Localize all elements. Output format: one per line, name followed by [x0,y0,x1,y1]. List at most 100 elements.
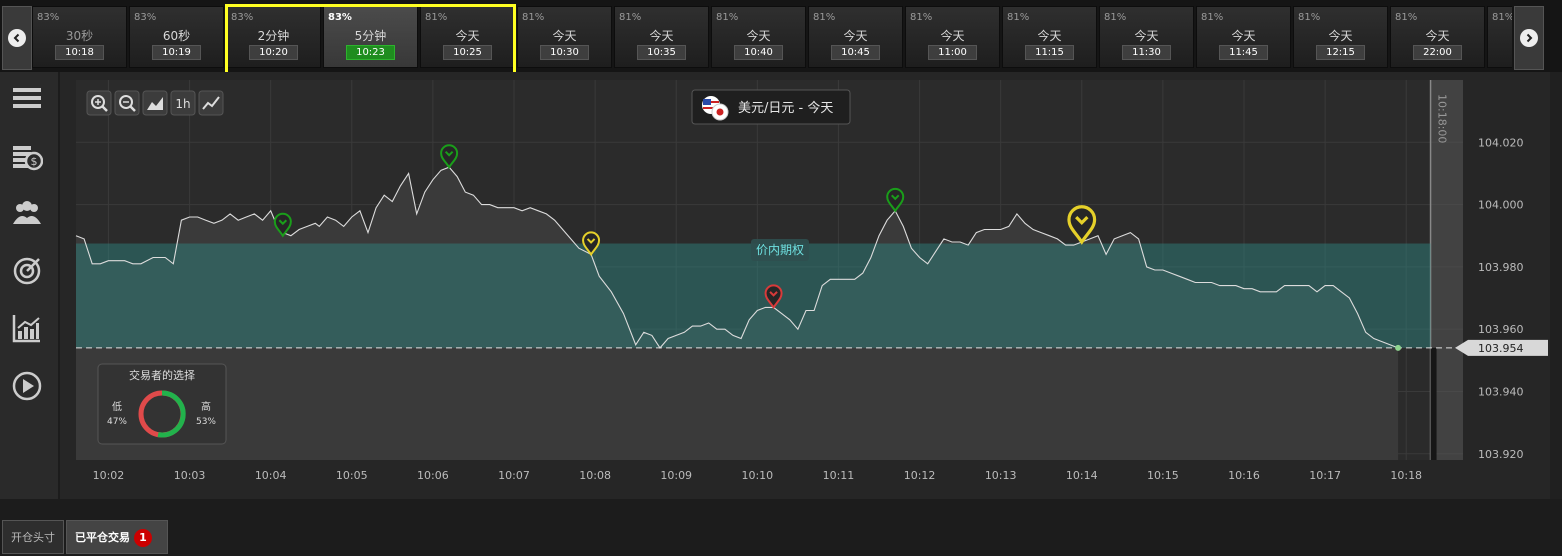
sentiment-low-pct: 47% [107,417,127,427]
svg-text:$: $ [31,155,38,168]
x-tick-label: 10:06 [417,469,449,482]
asset-selector[interactable]: 美元/日元 - 今天 [691,89,851,125]
x-tick-label: 10:02 [93,469,125,482]
x-tick-label: 10:05 [336,469,368,482]
trader-sentiment: 交易者的选择低 47% 高 53% [97,363,227,445]
expiry-option[interactable]: 81% 今天 11:00 [905,6,1000,68]
expiry-label: 2分钟 [257,29,290,43]
expiry-label: 今天 [1037,29,1062,43]
price-chart[interactable]: 10:18:00 价内期权 104.020 104.000 103.980 103.960… [60,72,1550,499]
expiry-option[interactable]: 81% 今天 10:45 [808,6,903,68]
expiry-time-label: 10:18:00 [1436,94,1449,143]
x-tick-label: 10:15 [1147,469,1179,482]
expiry-option[interactable]: 81% 今天 11:15 [1002,6,1097,68]
expiry-time: 11:00 [928,45,977,60]
zoom-out-button[interactable] [114,90,140,116]
expiry-option[interactable]: 81% 今天 11:45 [1196,6,1291,68]
x-tick-label: 10:08 [579,469,611,482]
interval-button[interactable]: 1h [170,90,196,116]
toolbar-button-bg [86,90,112,116]
expiry-payout: 83% [328,12,352,23]
line-chart-button[interactable] [198,90,224,116]
x-tick-label: 10:09 [660,469,692,482]
expiry-payout: 81% [910,12,933,23]
expiry-option[interactable]: 81% 今天 12:15 [1293,6,1388,68]
expiry-time: 10:30 [540,45,589,60]
tab-open-positions[interactable]: 开仓头寸 [2,520,64,554]
area-chart-button[interactable] [142,90,168,116]
x-tick-label: 10:13 [985,469,1017,482]
zoom-in-button[interactable] [86,90,112,116]
expiry-label: 今天 [746,29,771,43]
x-tick-label: 10:07 [498,469,530,482]
arrow-right-icon [1520,29,1538,47]
play-icon[interactable] [11,370,43,402]
expiry-bar: 83% 30秒 10:18 83% 60秒 10:19 83% 2分钟 10:20 83% 5分钟 1… [0,0,1562,79]
expiry-payout: 81% [813,12,836,23]
expiry-option[interactable]: 81% 今天 10:35 [614,6,709,68]
x-tick-label: 10:12 [904,469,936,482]
expiry-time: 11:30 [1122,45,1171,60]
interval-label: 1h [175,97,190,111]
x-tick-label: 10:11 [823,469,855,482]
sentiment-title: 交易者的选择 [129,368,195,382]
expiry-option[interactable]: 81% 今天 10:25 [420,6,515,68]
analytics-icon[interactable] [11,312,43,344]
expiry-option[interactable]: 81% [1487,6,1512,68]
expiry-option[interactable]: 81% 今天 22:00 [1390,6,1485,68]
expiry-label: 今天 [843,29,868,43]
expiry-label: 今天 [1231,29,1256,43]
expiry-payout: 83% [231,12,254,23]
expiry-payout: 83% [37,12,60,23]
coins-icon[interactable]: $ [11,140,44,172]
expiry-option[interactable]: 83% 2分钟 10:20 [226,6,321,68]
expiry-time: 11:45 [1219,45,1268,60]
tab-closed-label: 已平仓交易 [75,531,130,544]
expiry-time: 12:15 [1316,45,1365,60]
expiry-option[interactable]: 83% 30秒 10:18 [32,6,127,68]
menu-icon[interactable] [11,82,43,114]
expiry-payout: 83% [134,12,157,23]
expiry-time: 10:40 [734,45,783,60]
expiry-label: 今天 [649,29,674,43]
expiry-payout: 81% [619,12,642,23]
expiry-time: 10:35 [637,45,686,60]
current-price-dot [1395,344,1402,351]
expiry-option[interactable]: 83% 5分钟 10:23 [323,6,418,68]
x-tick-label: 10:03 [174,469,206,482]
toolbar-button-bg [198,90,224,116]
next-expiry-button[interactable] [1514,6,1544,70]
y-tick-label: 103.920 [1478,448,1524,461]
expiry-option[interactable]: 83% 60秒 10:19 [129,6,224,68]
x-tick-label: 10:10 [741,469,773,482]
sentiment-high-pct: 53% [196,417,216,427]
y-tick-label: 103.940 [1478,385,1524,398]
expiry-time: 22:00 [1413,45,1462,60]
target-icon[interactable] [11,254,43,286]
expiry-bar-dark [1430,347,1437,460]
expiry-time: 10:23 [346,45,395,60]
jp-flag-sun [716,108,724,116]
expiry-option[interactable]: 81% 今天 11:30 [1099,6,1194,68]
x-tick-label: 10:14 [1066,469,1098,482]
us-flag-canton [703,99,711,105]
expiry-payout: 81% [1007,12,1030,23]
closed-count-badge: 1 [134,529,152,547]
expiry-option[interactable]: 81% 今天 10:40 [711,6,806,68]
x-tick-label: 10:16 [1228,469,1260,482]
sentiment-low-label: 低 [112,400,122,413]
y-tick-label: 104.020 [1478,136,1524,149]
expiry-label: 5分钟 [354,29,387,43]
expiry-label: 今天 [940,29,965,43]
expiry-option[interactable]: 81% 今天 10:30 [517,6,612,68]
prev-expiry-button[interactable] [2,6,32,70]
expiry-payout: 81% [1492,12,1512,23]
y-tick-label: 103.980 [1478,261,1524,274]
tab-closed-trades[interactable]: 已平仓交易 1 [66,520,168,554]
expiry-time: 10:19 [152,45,201,60]
y-tick-label: 104.000 [1478,199,1524,212]
expiry-time: 10:45 [831,45,880,60]
right-edge [1550,72,1562,499]
expiry-label: 今天 [455,29,480,43]
users-icon[interactable] [11,196,43,228]
